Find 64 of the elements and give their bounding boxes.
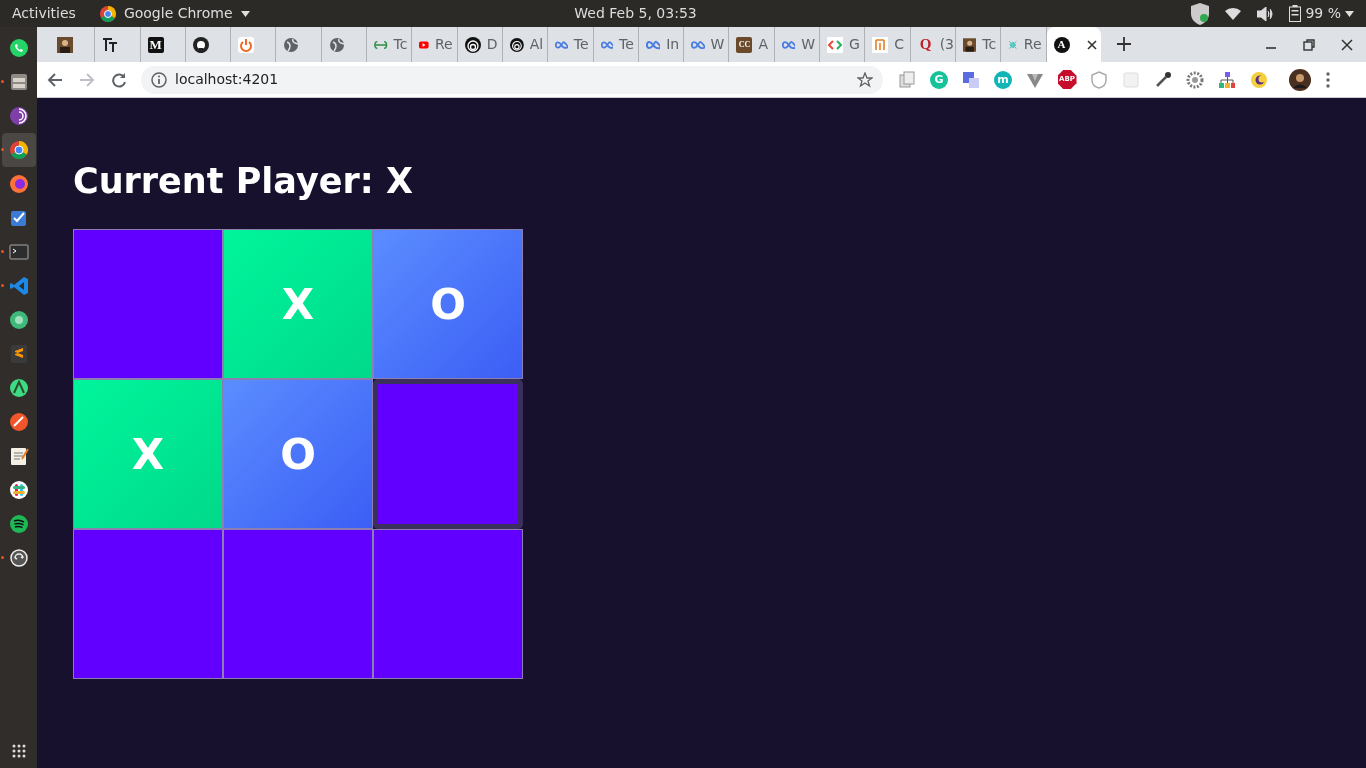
board-cell[interactable] <box>373 379 523 529</box>
globe-icon <box>328 36 345 53</box>
onion-icon[interactable] <box>7 105 30 127</box>
caret-icon[interactable] <box>240 10 250 17</box>
update-icon[interactable] <box>7 547 30 569</box>
close-icon[interactable] <box>1086 39 1097 50</box>
battery-icon <box>1289 5 1302 22</box>
typography-icon <box>102 36 119 53</box>
spiral-icon <box>464 36 481 53</box>
back-icon[interactable] <box>47 71 63 88</box>
hierarchy-icon[interactable] <box>1218 70 1236 89</box>
app-icon[interactable] <box>7 309 30 331</box>
board-cell[interactable]: O <box>223 379 373 529</box>
moon-icon[interactable] <box>1250 70 1268 89</box>
menu-icon[interactable] <box>1326 71 1330 88</box>
avatar-icon[interactable] <box>1289 68 1311 91</box>
address-bar[interactable]: localhost:4201 <box>141 65 883 94</box>
logo-icon: A <box>1053 36 1070 53</box>
globe-icon <box>283 36 300 53</box>
android-icon[interactable] <box>7 377 30 399</box>
spotify-icon[interactable] <box>7 513 30 535</box>
battery-percent: 99 % <box>1305 4 1341 23</box>
clock[interactable]: Wed Feb 5, 03:53 <box>574 3 867 24</box>
caret-icon[interactable] <box>1345 10 1354 17</box>
photo-icon <box>57 36 73 53</box>
logo-icon: CC <box>736 36 753 53</box>
extension-icon[interactable]: m <box>994 70 1012 89</box>
info-icon <box>151 71 167 88</box>
app-grid-icon[interactable] <box>11 744 26 758</box>
volume-icon <box>1257 6 1274 21</box>
player-heading: Current Player: X <box>73 160 414 202</box>
fox-globe-icon[interactable] <box>7 173 30 195</box>
logo-icon: Q <box>917 36 934 53</box>
board-cell[interactable] <box>223 529 373 679</box>
terminal-icon[interactable] <box>7 241 30 263</box>
logo-icon: M <box>147 36 164 53</box>
app-menu-label[interactable]: Google Chrome <box>123 3 233 24</box>
chrome-icon <box>99 5 116 22</box>
close-icon[interactable] <box>1341 38 1353 51</box>
power-icon <box>238 36 255 53</box>
photo-icon <box>962 36 977 53</box>
activities-button[interactable]: Activities <box>12 3 76 24</box>
new-tab-icon[interactable] <box>1116 37 1131 51</box>
chrome-icon[interactable] <box>7 139 30 161</box>
board-cell[interactable] <box>373 529 523 679</box>
spiral-icon <box>509 36 524 53</box>
eyedropper-icon[interactable] <box>1154 70 1172 89</box>
code-editor-icon[interactable] <box>7 275 30 297</box>
code-icon <box>827 36 844 53</box>
translate-icon[interactable] <box>962 70 980 89</box>
star-icon[interactable] <box>857 71 873 88</box>
browser-tab[interactable]: A <box>1046 27 1101 62</box>
slack-icon[interactable] <box>7 479 30 501</box>
whatsapp-icon[interactable] <box>7 37 30 59</box>
board-cell[interactable] <box>73 529 223 679</box>
board-cell[interactable] <box>73 229 223 379</box>
slash-app-icon[interactable] <box>7 411 30 433</box>
board-cell[interactable]: O <box>373 229 523 379</box>
shield-icon <box>1191 2 1210 25</box>
restore-icon[interactable] <box>1303 38 1315 51</box>
gear-icon[interactable] <box>1186 70 1204 89</box>
bracket-icon <box>872 36 889 53</box>
wifi-icon <box>1225 7 1242 20</box>
reload-icon[interactable] <box>111 71 127 88</box>
